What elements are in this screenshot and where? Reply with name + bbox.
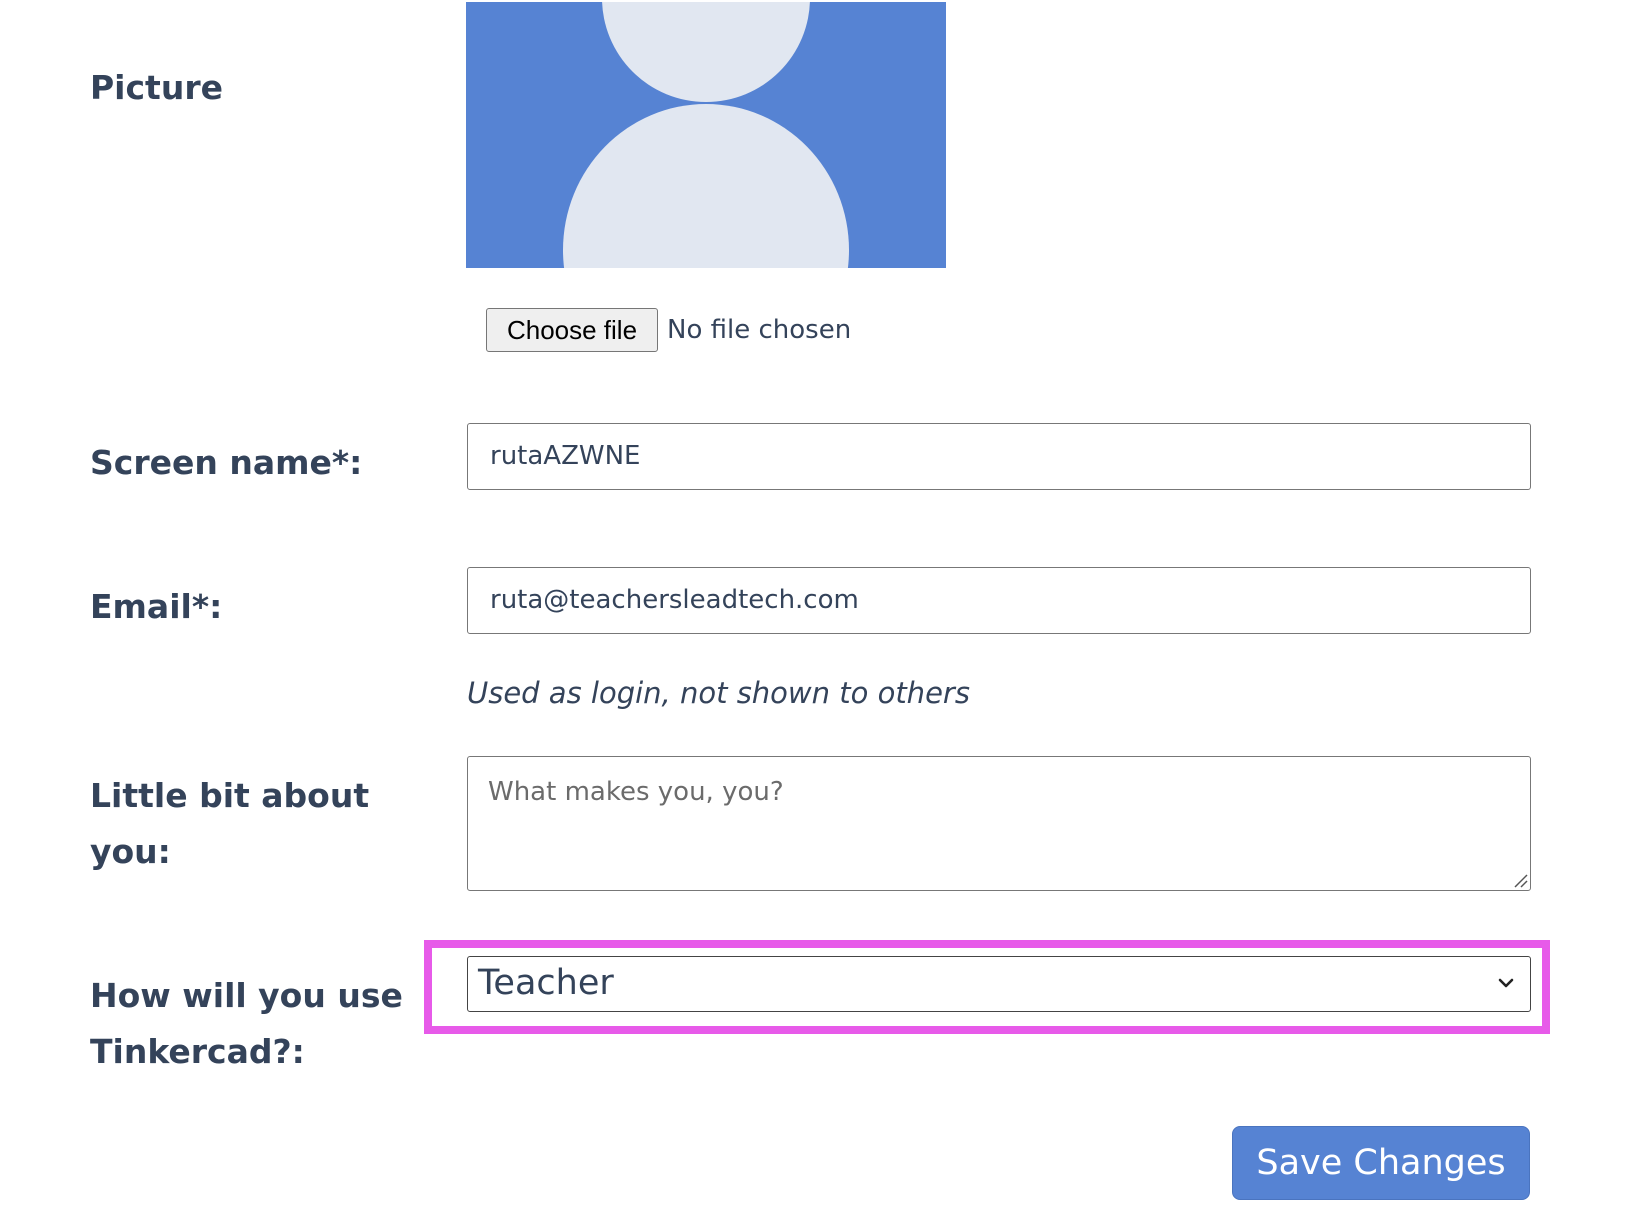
picture-label: Picture	[90, 68, 223, 107]
usage-label-line1: How will you use	[90, 976, 403, 1015]
default-avatar-icon	[563, 2, 849, 268]
usage-selected-value: Teacher	[478, 963, 614, 1003]
email-label: Email*:	[90, 587, 223, 626]
screen-name-input[interactable]: rutaAZWNE	[467, 423, 1531, 490]
file-status-text: No file chosen	[667, 315, 852, 345]
choose-file-button[interactable]: Choose file	[486, 308, 658, 352]
usage-label-line2: Tinkercad?:	[90, 1032, 305, 1071]
resize-grip-icon[interactable]	[1512, 872, 1528, 888]
email-hint: Used as login, not shown to others	[467, 676, 970, 710]
screen-name-label: Screen name*:	[90, 443, 363, 482]
about-label-line2: you:	[90, 832, 171, 871]
usage-select[interactable]: Teacher	[467, 956, 1531, 1012]
about-label-line1: Little bit about	[90, 776, 370, 815]
email-input[interactable]: ruta@teachersleadtech.com	[467, 567, 1531, 634]
about-textarea[interactable]: What makes you, you?	[467, 756, 1531, 891]
avatar	[466, 2, 946, 268]
about-placeholder: What makes you, you?	[488, 777, 784, 807]
save-changes-button[interactable]: Save Changes	[1232, 1126, 1530, 1200]
chevron-down-icon	[1498, 978, 1514, 988]
